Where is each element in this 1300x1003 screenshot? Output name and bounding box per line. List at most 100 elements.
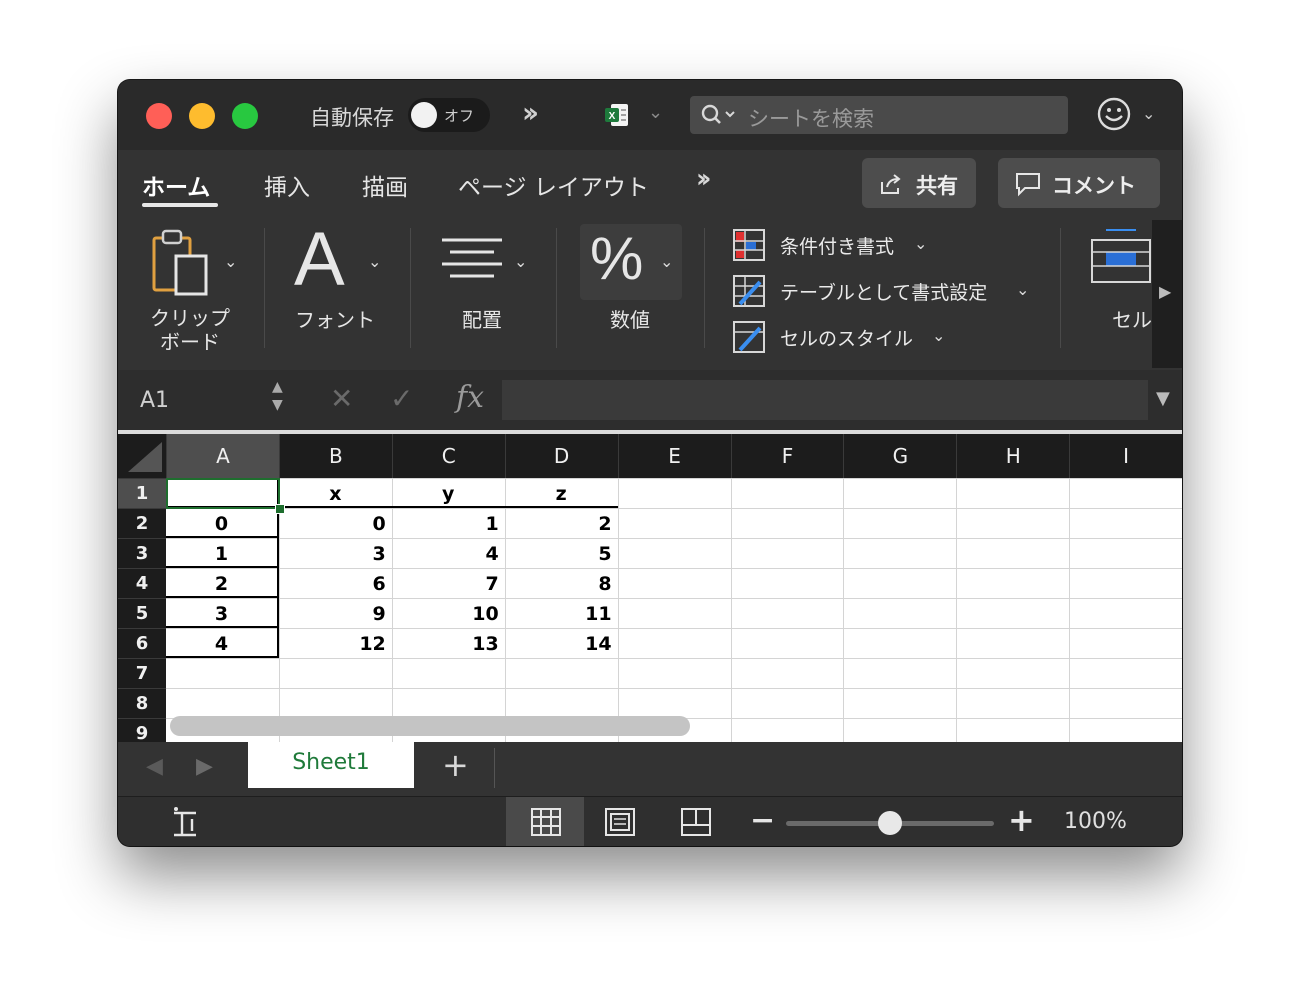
- spreadsheet-grid[interactable]: ABCDEFGHI 123456789 x y z 0 0 1 2 1 3 4 5 2 6 7 8 3 9 10 1…: [118, 434, 1182, 742]
- zoom-percentage[interactable]: 100%: [1064, 809, 1127, 834]
- excel-document-icon[interactable]: X: [602, 100, 632, 130]
- cell-d5[interactable]: 11: [505, 598, 618, 628]
- column-header-f[interactable]: F: [730, 434, 844, 478]
- comment-button[interactable]: コメント: [998, 158, 1160, 208]
- autosave-toggle[interactable]: オフ: [408, 98, 490, 132]
- cell-b3[interactable]: 3: [279, 538, 392, 568]
- ribbon-scroll-right[interactable]: ▶: [1152, 220, 1182, 368]
- row-header-7[interactable]: 7: [118, 658, 166, 688]
- cell-c2[interactable]: 1: [392, 508, 505, 538]
- cell-c3[interactable]: 4: [392, 538, 505, 568]
- accessibility-check-icon[interactable]: [168, 805, 202, 839]
- cell-c1[interactable]: y: [391, 478, 505, 508]
- more-tabs-icon[interactable]: ››: [696, 164, 712, 194]
- cell-d4[interactable]: 8: [505, 568, 618, 598]
- cell-d3[interactable]: 5: [505, 538, 618, 568]
- search-icon: [701, 104, 735, 124]
- search-placeholder: シートを検索: [748, 107, 874, 131]
- cell-d6[interactable]: 14: [505, 628, 618, 658]
- row-header-1[interactable]: 1: [118, 478, 166, 508]
- alignment-group[interactable]: ⌄ 配置: [426, 218, 546, 370]
- previous-sheet-icon[interactable]: ◀: [146, 754, 163, 779]
- insert-function-button[interactable]: fx: [456, 380, 484, 415]
- cell-a3[interactable]: 1: [166, 538, 279, 568]
- confirm-edit-icon[interactable]: ✓: [390, 382, 413, 415]
- cell-a2[interactable]: 0: [166, 508, 279, 538]
- document-menu-chevron-icon[interactable]: ⌄: [648, 102, 663, 123]
- page-layout-view-icon[interactable]: [604, 807, 636, 837]
- cell-c5[interactable]: 10: [392, 598, 505, 628]
- cell-b5[interactable]: 9: [279, 598, 392, 628]
- minimize-window-button[interactable]: [189, 103, 215, 129]
- row-header-8[interactable]: 8: [118, 688, 166, 718]
- zoom-window-button[interactable]: [232, 103, 258, 129]
- cell-d2[interactable]: 2: [505, 508, 618, 538]
- row-header-5[interactable]: 5: [118, 598, 166, 628]
- column-header-b[interactable]: B: [278, 434, 392, 478]
- feedback-smiley-icon[interactable]: [1096, 96, 1132, 132]
- cell-a6[interactable]: 4: [166, 628, 279, 658]
- gridline-vertical: [1069, 478, 1071, 742]
- column-header-c[interactable]: C: [391, 434, 505, 478]
- formula-input[interactable]: [502, 380, 1148, 420]
- tab-home[interactable]: ホーム: [142, 168, 210, 202]
- column-header-a[interactable]: A: [166, 434, 279, 478]
- sheet-tab-sheet1[interactable]: Sheet1: [248, 742, 414, 788]
- cells-group[interactable]: セル: [1078, 218, 1154, 370]
- row-header-6[interactable]: 6: [118, 628, 166, 658]
- share-button[interactable]: 共有: [862, 158, 976, 208]
- ribbon-divider: [704, 228, 705, 348]
- row-header-3[interactable]: 3: [118, 538, 166, 568]
- tab-page-layout[interactable]: ページ レイアウト: [458, 168, 649, 202]
- cell-styles-icon: [733, 321, 765, 353]
- cell-b4[interactable]: 6: [279, 568, 392, 598]
- cell-b6[interactable]: 12: [279, 628, 392, 658]
- row-header-4[interactable]: 4: [118, 568, 166, 598]
- font-group[interactable]: A ⌄ フォント: [280, 217, 400, 370]
- cell-d1[interactable]: z: [504, 478, 618, 508]
- select-all-corner[interactable]: [118, 434, 166, 478]
- tab-draw[interactable]: 描画: [362, 168, 408, 202]
- normal-view-button[interactable]: [506, 797, 584, 846]
- name-box[interactable]: A1: [140, 388, 169, 413]
- home-ribbon: ⌄ クリップ ボード A ⌄ フォント ⌄ 配置 % ⌄ 数値 条件付き書式 ⌄…: [118, 217, 1182, 370]
- column-header-i[interactable]: I: [1069, 434, 1182, 478]
- column-header-g[interactable]: G: [843, 434, 956, 478]
- title-bar: 自動保存 オフ ›› X ⌄ シートを検索 ⌄: [118, 80, 1182, 150]
- column-header-h[interactable]: H: [956, 434, 1069, 478]
- ribbon-tabs: ホーム 挿入 描画 ページ レイアウト ›› 共有 コメント: [118, 150, 1182, 218]
- expand-formula-bar-icon[interactable]: ▼: [1156, 388, 1170, 409]
- fill-handle[interactable]: [275, 504, 285, 514]
- zoom-out-button[interactable]: −: [750, 803, 775, 838]
- next-sheet-icon[interactable]: ▶: [196, 754, 213, 779]
- cells-label: セル: [1112, 308, 1152, 332]
- feedback-chevron-icon[interactable]: ⌄: [1142, 104, 1155, 123]
- row-header-2[interactable]: 2: [118, 508, 166, 538]
- cell-a5[interactable]: 3: [166, 598, 279, 628]
- column-header-e[interactable]: E: [617, 434, 731, 478]
- cell-b2[interactable]: 0: [279, 508, 392, 538]
- zoom-slider-knob[interactable]: [878, 811, 902, 835]
- row-header-9[interactable]: 9: [118, 718, 166, 742]
- page-break-preview-icon[interactable]: [680, 807, 712, 837]
- column-header-d[interactable]: D: [504, 434, 618, 478]
- cell-a4[interactable]: 2: [166, 568, 279, 598]
- align-chevron-icon: ⌄: [514, 252, 528, 271]
- sheet-search-box[interactable]: シートを検索: [690, 96, 1068, 134]
- cell-c4[interactable]: 7: [392, 568, 505, 598]
- clipboard-group[interactable]: ⌄ クリップ ボード: [132, 218, 252, 370]
- more-commands-icon[interactable]: ››: [522, 96, 539, 129]
- cancel-edit-icon[interactable]: ✕: [330, 382, 353, 415]
- active-tab-indicator: [142, 203, 218, 207]
- cell-b1[interactable]: x: [278, 478, 392, 508]
- horizontal-scrollbar[interactable]: [170, 716, 690, 736]
- format-as-table-chevron-icon: ⌄: [1016, 280, 1030, 299]
- name-box-stepper-icon[interactable]: ▲ ▼: [272, 378, 283, 414]
- ribbon-divider: [1060, 228, 1061, 348]
- close-window-button[interactable]: [146, 103, 172, 129]
- add-sheet-icon[interactable]: +: [442, 746, 469, 784]
- tab-insert[interactable]: 挿入: [264, 168, 310, 202]
- zoom-in-button[interactable]: +: [1008, 801, 1035, 839]
- number-group[interactable]: % ⌄ 数値: [572, 218, 702, 370]
- cell-c6[interactable]: 13: [392, 628, 505, 658]
